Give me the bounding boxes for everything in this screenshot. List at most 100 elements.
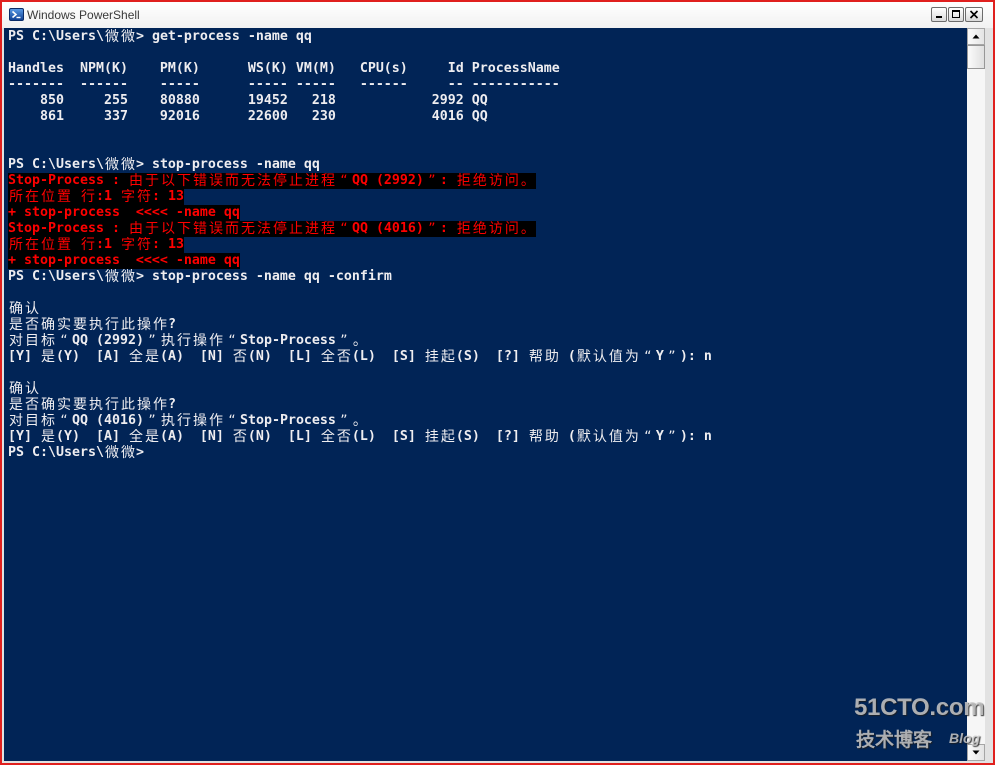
wide-glyph: 。 xyxy=(352,413,367,429)
wide-glyph: 位 xyxy=(41,237,55,253)
console-line: Stop-Process : 由于以下错误而无法停止进程 “QQ (2992)”:… xyxy=(8,173,967,189)
title-bar[interactable]: Windows PowerShell xyxy=(2,2,993,28)
window-title: Windows PowerShell xyxy=(27,8,140,22)
console-line-text: ------- ------ ----- ----- ----- ------ … xyxy=(8,77,560,92)
wide-glyph: 目 xyxy=(25,413,39,429)
wide-glyph: 认 xyxy=(592,349,607,365)
console-line: 是否确实要执行此操作? xyxy=(8,317,967,333)
scrollbar-thumb[interactable] xyxy=(967,45,985,69)
wide-glyph: 帮 xyxy=(528,429,543,445)
console-line: 是否确实要执行此操作? xyxy=(8,397,967,413)
wide-glyph: 绝 xyxy=(472,173,487,189)
wide-glyph: 在 xyxy=(25,189,39,205)
console-line: PS C:\Users\微 微> xyxy=(8,445,967,461)
console-output[interactable]: PS C:\Users\微 微> get-process -name qq Han… xyxy=(4,28,967,761)
wide-glyph: 值 xyxy=(608,429,623,445)
wide-glyph: “ xyxy=(340,221,348,237)
wide-glyph: ” xyxy=(428,221,436,237)
wide-glyph: 下 xyxy=(176,173,191,189)
console-line-text: PS C:\Users\微 微> stop-process -name qq xyxy=(8,157,320,173)
wide-glyph: 帮 xyxy=(528,349,543,365)
wide-glyph: 在 xyxy=(25,237,39,253)
wide-glyph: ” xyxy=(340,413,348,429)
wide-glyph: 确 xyxy=(9,381,23,397)
scrollbar-track[interactable] xyxy=(967,45,985,744)
wide-glyph: 由 xyxy=(128,173,143,189)
wide-glyph: “ xyxy=(60,413,68,429)
console-line: PS C:\Users\微 微> get-process -name qq xyxy=(8,29,967,45)
wide-glyph: 程 xyxy=(320,221,335,237)
wide-glyph: ” xyxy=(668,429,676,445)
wide-glyph: 微 xyxy=(120,445,135,461)
wide-glyph: 访 xyxy=(488,173,503,189)
wide-glyph: 置 xyxy=(57,189,71,205)
powershell-window: Windows PowerShell PS C:\Users\微 微> get-p… xyxy=(0,0,995,765)
wide-glyph: “ xyxy=(644,349,652,365)
console-line-text: 是否确实要执行此操作? xyxy=(9,397,176,413)
wide-glyph: 于 xyxy=(144,173,159,189)
wide-glyph: 操 xyxy=(137,317,151,333)
wide-glyph: ” xyxy=(340,333,348,349)
scroll-down-button[interactable] xyxy=(967,744,985,761)
wide-glyph: 错 xyxy=(192,173,207,189)
wide-glyph: 误 xyxy=(208,221,223,237)
wide-glyph: 执 xyxy=(160,333,175,349)
wide-glyph: 否 xyxy=(336,429,351,445)
wide-glyph: 位 xyxy=(41,189,55,205)
minimize-button[interactable] xyxy=(931,7,947,22)
wide-glyph: 否 xyxy=(25,317,39,333)
wide-glyph: 助 xyxy=(544,429,559,445)
console-line: 对目标 “QQ (2992)” 执行操作 “Stop-Process”。 xyxy=(8,333,967,349)
wide-glyph: 为 xyxy=(624,349,639,365)
wide-glyph: 否 xyxy=(232,349,247,365)
wide-glyph: 微 xyxy=(120,157,135,173)
wide-glyph: 认 xyxy=(25,301,39,317)
wide-glyph: 止 xyxy=(288,221,303,237)
powershell-icon[interactable] xyxy=(9,7,24,22)
wide-glyph: 法 xyxy=(256,173,271,189)
wide-glyph: 停 xyxy=(272,173,287,189)
wide-glyph: 所 xyxy=(9,189,23,205)
console-line-text: 对目标 “QQ (2992)” 执行操作 “Stop-Process”。 xyxy=(9,333,367,349)
wide-glyph: 执 xyxy=(160,413,175,429)
wide-glyph: 进 xyxy=(304,173,319,189)
wide-glyph: 。 xyxy=(520,173,535,189)
console-line-text: 对目标 “QQ (4016)” 执行操作 “Stop-Process”。 xyxy=(9,413,367,429)
wide-glyph: “ xyxy=(228,333,236,349)
maximize-button[interactable] xyxy=(948,7,964,22)
wide-glyph: 程 xyxy=(320,173,335,189)
wide-glyph: 微 xyxy=(104,29,119,45)
wide-glyph: 默 xyxy=(576,429,591,445)
close-button[interactable] xyxy=(965,7,983,22)
wide-glyph: 置 xyxy=(57,237,71,253)
wide-glyph: “ xyxy=(644,429,652,445)
console-line: PS C:\Users\微 微> stop-process -name qq xyxy=(8,157,967,173)
console-line: 850 255 80880 19452 218 2992 QQ xyxy=(8,93,967,109)
wide-glyph: 全 xyxy=(320,429,335,445)
wide-glyph: 要 xyxy=(73,397,87,413)
maximize-icon xyxy=(952,10,960,18)
wide-glyph: 否 xyxy=(25,397,39,413)
wide-glyph: 微 xyxy=(120,269,135,285)
wide-glyph: 行 xyxy=(105,317,119,333)
console-line-text: 850 255 80880 19452 218 2992 QQ xyxy=(8,93,488,108)
wide-glyph: 所 xyxy=(9,237,23,253)
console-line: 确认 xyxy=(8,381,967,397)
console-error-text: + stop-process <<<< -name qq xyxy=(8,205,240,221)
console-line: Stop-Process : 由于以下错误而无法停止进程 “QQ (4016)”:… xyxy=(8,221,967,237)
wide-glyph: 是 xyxy=(9,397,23,413)
wide-glyph: 行 xyxy=(105,397,119,413)
wide-glyph: 起 xyxy=(440,429,455,445)
console-error-text: 所在位置 行:1 字符: 13 xyxy=(8,237,184,253)
scroll-up-button[interactable] xyxy=(967,28,985,45)
wide-glyph: 误 xyxy=(208,173,223,189)
vertical-scrollbar[interactable] xyxy=(967,28,985,761)
wide-glyph: 问 xyxy=(504,221,519,237)
wide-glyph: 以 xyxy=(160,221,175,237)
wide-glyph: 由 xyxy=(128,221,143,237)
wide-glyph: 全 xyxy=(128,429,143,445)
console-line: + stop-process <<<< -name qq xyxy=(8,253,967,269)
wide-glyph: 是 xyxy=(40,349,55,365)
